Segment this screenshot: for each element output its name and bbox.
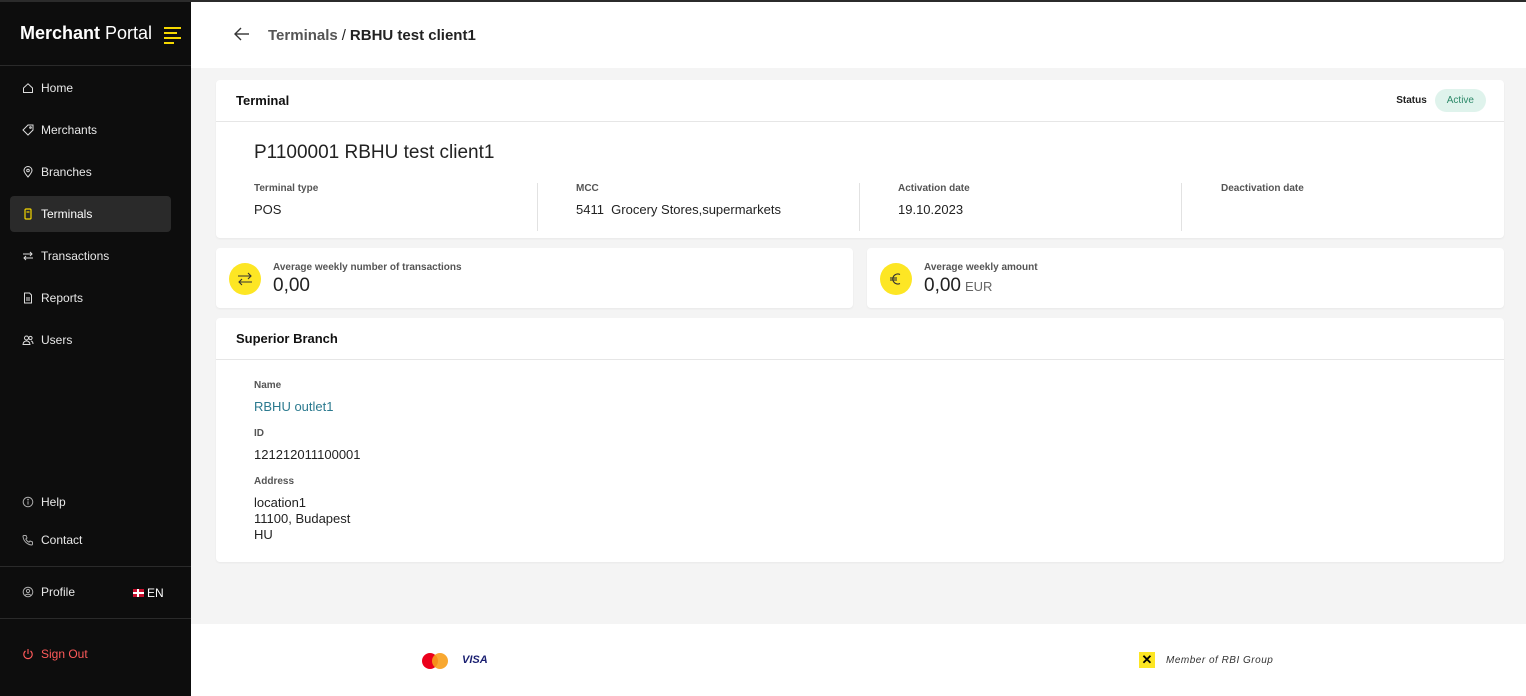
field-value: POS xyxy=(254,202,282,217)
sidebar-item-label: Reports xyxy=(41,291,84,305)
branch-address-line: 11100, Budapest xyxy=(254,511,351,526)
sidebar-item-transactions[interactable]: Transactions xyxy=(10,238,171,274)
terminal-card: Terminal Status Active P1100001 RBHU tes… xyxy=(216,80,1504,238)
home-icon xyxy=(22,82,34,94)
branch-id-value: 121212011100001 xyxy=(254,447,361,462)
arrows-exchange-icon xyxy=(229,263,261,295)
sidebar-item-merchants[interactable]: Merchants xyxy=(10,112,171,148)
branch-address-line: HU xyxy=(254,527,273,542)
field-label: Terminal type xyxy=(254,183,319,194)
superior-branch-card: Superior Branch Name RBHU outlet1 ID 121… xyxy=(216,318,1504,562)
language-label: EN xyxy=(147,586,164,600)
sidebar-item-label: Merchants xyxy=(41,123,98,137)
rbi-logo-icon: ✕ xyxy=(1139,652,1155,668)
breadcrumb-separator: / xyxy=(341,27,346,44)
sidebar-item-profile[interactable]: Profile xyxy=(10,574,120,610)
field-deactivation-date: Deactivation date xyxy=(1221,183,1304,233)
sidebar-item-label: Branches xyxy=(41,165,92,179)
contact-label: Contact xyxy=(41,533,83,547)
stat-card-amount: Average weekly amount 0,00 EUR xyxy=(867,248,1504,308)
branch-name-link[interactable]: RBHU outlet1 xyxy=(254,399,333,415)
terminal-icon xyxy=(22,208,34,220)
field-divider xyxy=(859,183,860,231)
sidebar-item-reports[interactable]: Reports xyxy=(10,280,171,316)
stat-label: Average weekly amount xyxy=(924,262,1038,273)
language-selector[interactable]: EN xyxy=(133,586,164,600)
branch-id-label: ID xyxy=(254,428,264,439)
back-arrow-icon[interactable] xyxy=(233,25,251,43)
field-value: 19.10.2023 xyxy=(898,202,964,217)
amount-value: 0,00 xyxy=(924,275,961,296)
rbi-member-text: Member of RBI Group xyxy=(1166,655,1274,666)
uk-flag-icon xyxy=(133,589,144,597)
tag-icon xyxy=(22,124,34,136)
info-icon xyxy=(22,496,34,508)
stat-card-transactions: Average weekly number of transactions 0,… xyxy=(216,248,853,308)
sidebar: Merchant Portal Home Merchants Branches … xyxy=(0,2,191,696)
sign-out-label: Sign Out xyxy=(41,647,88,661)
currency-unit: EUR xyxy=(964,279,993,294)
help-label: Help xyxy=(41,495,66,509)
field-label: Deactivation date xyxy=(1221,183,1304,194)
stat-value: 0,00 EUR xyxy=(924,275,992,297)
users-icon xyxy=(22,334,34,346)
sidebar-item-users[interactable]: Users xyxy=(10,322,171,358)
sidebar-item-label: Users xyxy=(41,333,73,347)
menu-toggle-icon[interactable] xyxy=(164,27,181,47)
field-mcc: MCC 5411 Grocery Stores,supermarkets xyxy=(576,183,781,233)
app-title: Merchant Portal xyxy=(20,23,153,43)
status-badge: Active xyxy=(1434,89,1486,112)
profile-icon xyxy=(22,586,34,598)
power-icon xyxy=(22,648,34,660)
document-icon xyxy=(22,292,34,304)
field-label: Activation date xyxy=(898,183,970,194)
breadcrumb-current: RBHU test client1 xyxy=(349,27,476,44)
sidebar-divider xyxy=(0,618,191,619)
status-label: Status xyxy=(1396,95,1427,106)
euro-icon xyxy=(880,263,912,295)
brand: Merchant Portal xyxy=(0,2,191,66)
field-label: MCC xyxy=(576,183,599,194)
field-value: 5411 Grocery Stores,supermarkets xyxy=(576,202,781,217)
sidebar-divider xyxy=(0,566,191,567)
stat-label: Average weekly number of transactions xyxy=(273,262,462,273)
branch-name-label: Name xyxy=(254,380,282,391)
branch-address-label: Address xyxy=(254,476,295,487)
branch-card-header: Superior Branch xyxy=(216,318,1504,360)
field-divider xyxy=(537,183,538,231)
terminal-card-header: Terminal Status Active xyxy=(216,80,1504,122)
sidebar-item-label: Home xyxy=(41,81,74,95)
field-terminal-type: Terminal type POS xyxy=(254,183,318,233)
mastercard-logo xyxy=(422,653,448,669)
phone-icon xyxy=(22,534,34,546)
card-title: Terminal xyxy=(236,93,290,108)
breadcrumb: Terminals / RBHU test client1 xyxy=(268,27,476,44)
card-title: Superior Branch xyxy=(236,331,338,346)
sign-out-button[interactable]: Sign Out xyxy=(10,636,171,672)
sidebar-item-contact[interactable]: Contact xyxy=(10,522,171,558)
arrows-exchange-icon xyxy=(22,250,34,262)
branch-address-line: location1 xyxy=(254,495,307,510)
sidebar-item-terminals[interactable]: Terminals xyxy=(10,196,171,232)
terminal-title: P1100001 RBHU test client1 xyxy=(254,142,495,163)
breadcrumb-terminals-link[interactable]: Terminals xyxy=(268,27,338,44)
field-activation-date: Activation date 19.10.2023 xyxy=(898,183,970,233)
status-wrap: Status Active xyxy=(1396,89,1486,112)
footer: VISA ✕ Member of RBI Group xyxy=(191,624,1526,696)
sidebar-item-home[interactable]: Home xyxy=(10,70,171,106)
location-pin-icon xyxy=(22,166,34,178)
sidebar-item-help[interactable]: Help xyxy=(10,484,171,520)
sidebar-item-label: Transactions xyxy=(41,249,110,263)
page-header: Terminals / RBHU test client1 xyxy=(191,2,1526,68)
profile-label: Profile xyxy=(41,585,76,599)
sidebar-item-label: Terminals xyxy=(41,207,93,221)
stat-value: 0,00 xyxy=(273,275,310,296)
visa-logo: VISA xyxy=(462,654,488,666)
sidebar-item-branches[interactable]: Branches xyxy=(10,154,171,190)
field-divider xyxy=(1181,183,1182,231)
